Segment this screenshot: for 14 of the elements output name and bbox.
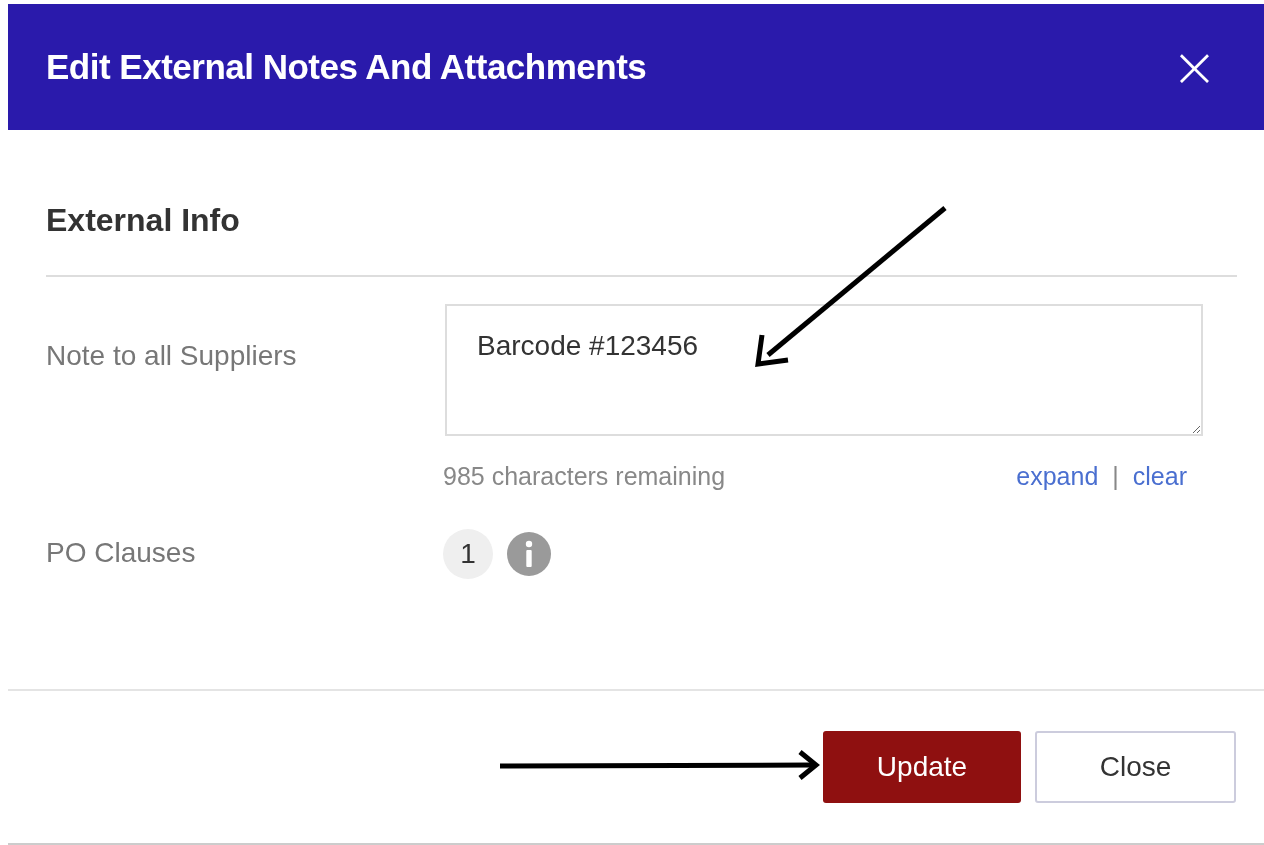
text-link[interactable]: clear: [1132, 462, 1187, 491]
field-label: PO Clauses: [46, 536, 197, 570]
character-counter: 985 characters remaining: [443, 462, 726, 491]
field-label: Note to all Suppliers: [46, 339, 298, 373]
info-icon[interactable]: [507, 532, 551, 576]
dialog-title: Edit External Notes And Attachments: [46, 47, 647, 87]
link-separator: |: [1112, 462, 1119, 491]
close-button[interactable]: ×: [1171, 39, 1218, 95]
close-button[interactable]: Close: [1035, 731, 1236, 803]
section-title: External Info: [46, 202, 241, 239]
update-button[interactable]: Update: [823, 731, 1021, 803]
note-field[interactable]: Barcode #123456: [445, 304, 1203, 436]
count-badge: 1: [443, 529, 493, 579]
text-link[interactable]: expand: [1016, 462, 1099, 491]
